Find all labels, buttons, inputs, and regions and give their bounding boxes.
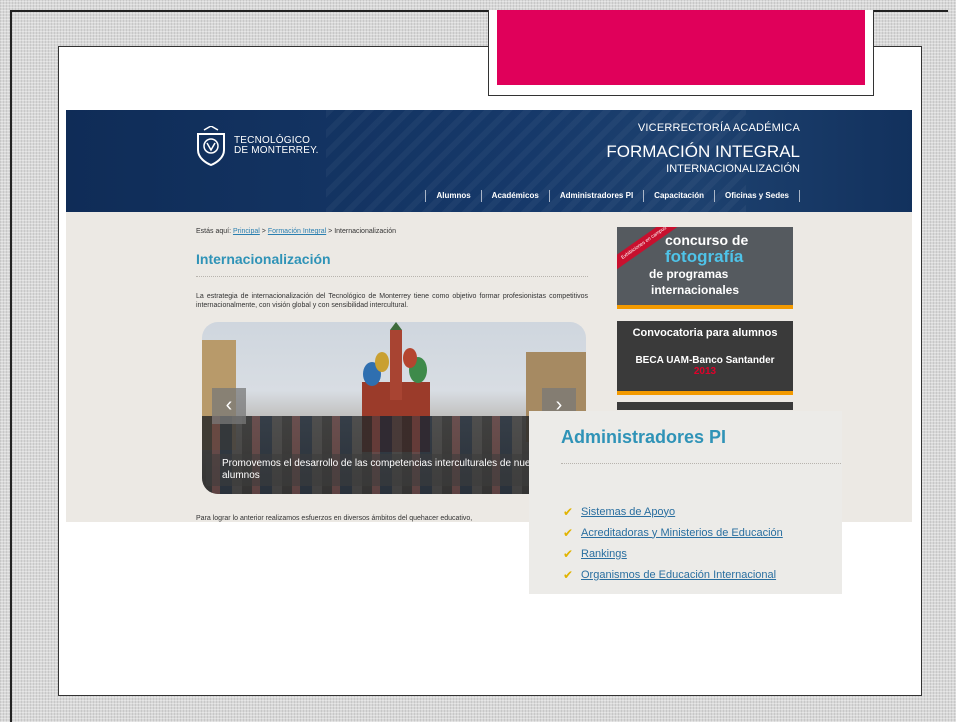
list-item: ✔ Organismos de Educación Internacional [563, 564, 783, 585]
tec-seal-icon [194, 125, 228, 167]
check-icon: ✔ [563, 504, 574, 519]
nav-item-alumnos[interactable]: Alumnos [425, 190, 480, 202]
breadcrumb-parent-link[interactable]: Formación Integral [268, 228, 326, 235]
formacion-integral-title: FORMACIÓN INTEGRAL [606, 142, 800, 161]
body-paragraph: Para lograr lo anterior realizamos esfue… [196, 515, 473, 522]
list-item: ✔ Acreditadoras y Ministerios de Educaci… [563, 522, 783, 543]
header-titles: VICERRECTORÍA ACADÉMICA FORMACIÓN INTEGR… [606, 122, 800, 175]
nav-item-capacitacion[interactable]: Capacitación [643, 190, 714, 202]
nav-item-academicos[interactable]: Académicos [480, 190, 549, 202]
check-icon: ✔ [563, 546, 574, 561]
photo-contest-banner[interactable]: Exhibiciones en campus concurso de fotog… [617, 227, 793, 309]
check-icon: ✔ [563, 525, 574, 540]
zoom-panel-divider [561, 463, 841, 464]
breadcrumb-current: Internacionalización [334, 228, 397, 235]
title-divider [196, 276, 588, 277]
vicerrectoria-label: VICERRECTORÍA ACADÉMICA [637, 122, 800, 134]
breadcrumb-home-link[interactable]: Principal [233, 228, 260, 235]
site-logo[interactable]: TECNOLÓGICO DE MONTERREY. [194, 125, 319, 167]
site-header: TECNOLÓGICO DE MONTERREY. VICERRECTORÍA … [66, 110, 912, 212]
scholarship-banner[interactable]: Convocatoria para alumnos BECA UAM-Banco… [617, 321, 793, 395]
pink-title-fill [497, 10, 865, 85]
link-acreditadoras[interactable]: Acreditadoras y Ministerios de Educación [581, 527, 783, 539]
link-organismos[interactable]: Organismos de Educación Internacional [581, 569, 776, 581]
list-item: ✔ Sistemas de Apoyo [563, 501, 783, 522]
nav-item-administradores-pi[interactable]: Administradores PI [548, 190, 643, 202]
main-nav: Alumnos Académicos Administradores PI Ca… [425, 190, 800, 202]
nav-item-oficinas-y-sedes[interactable]: Oficinas y Sedes [713, 190, 800, 202]
breadcrumb: Estás aquí: Principal > Formación Integr… [196, 228, 397, 235]
zoom-panel-title: Administradores PI [561, 427, 727, 447]
slider-prev-button[interactable]: ‹ [212, 388, 246, 424]
page-title: Internacionalización [196, 251, 331, 267]
pink-title-tab [488, 10, 874, 96]
link-rankings[interactable]: Rankings [581, 548, 627, 560]
intro-paragraph: La estrategia de internacionalización de… [196, 293, 588, 309]
link-sistemas-de-apoyo[interactable]: Sistemas de Apoyo [581, 506, 675, 518]
logo-line-2: DE MONTERREY. [234, 145, 319, 156]
sidebar-banner-partial[interactable] [617, 402, 793, 410]
section-subtitle: INTERNACIONALIZACIÓN [666, 163, 800, 175]
zoom-link-list: ✔ Sistemas de Apoyo ✔ Acreditadoras y Mi… [563, 501, 783, 585]
check-icon: ✔ [563, 567, 574, 582]
administradores-pi-zoom-panel: Administradores PI ✔ Sistemas de Apoyo ✔… [529, 411, 842, 594]
list-item: ✔ Rankings [563, 543, 783, 564]
